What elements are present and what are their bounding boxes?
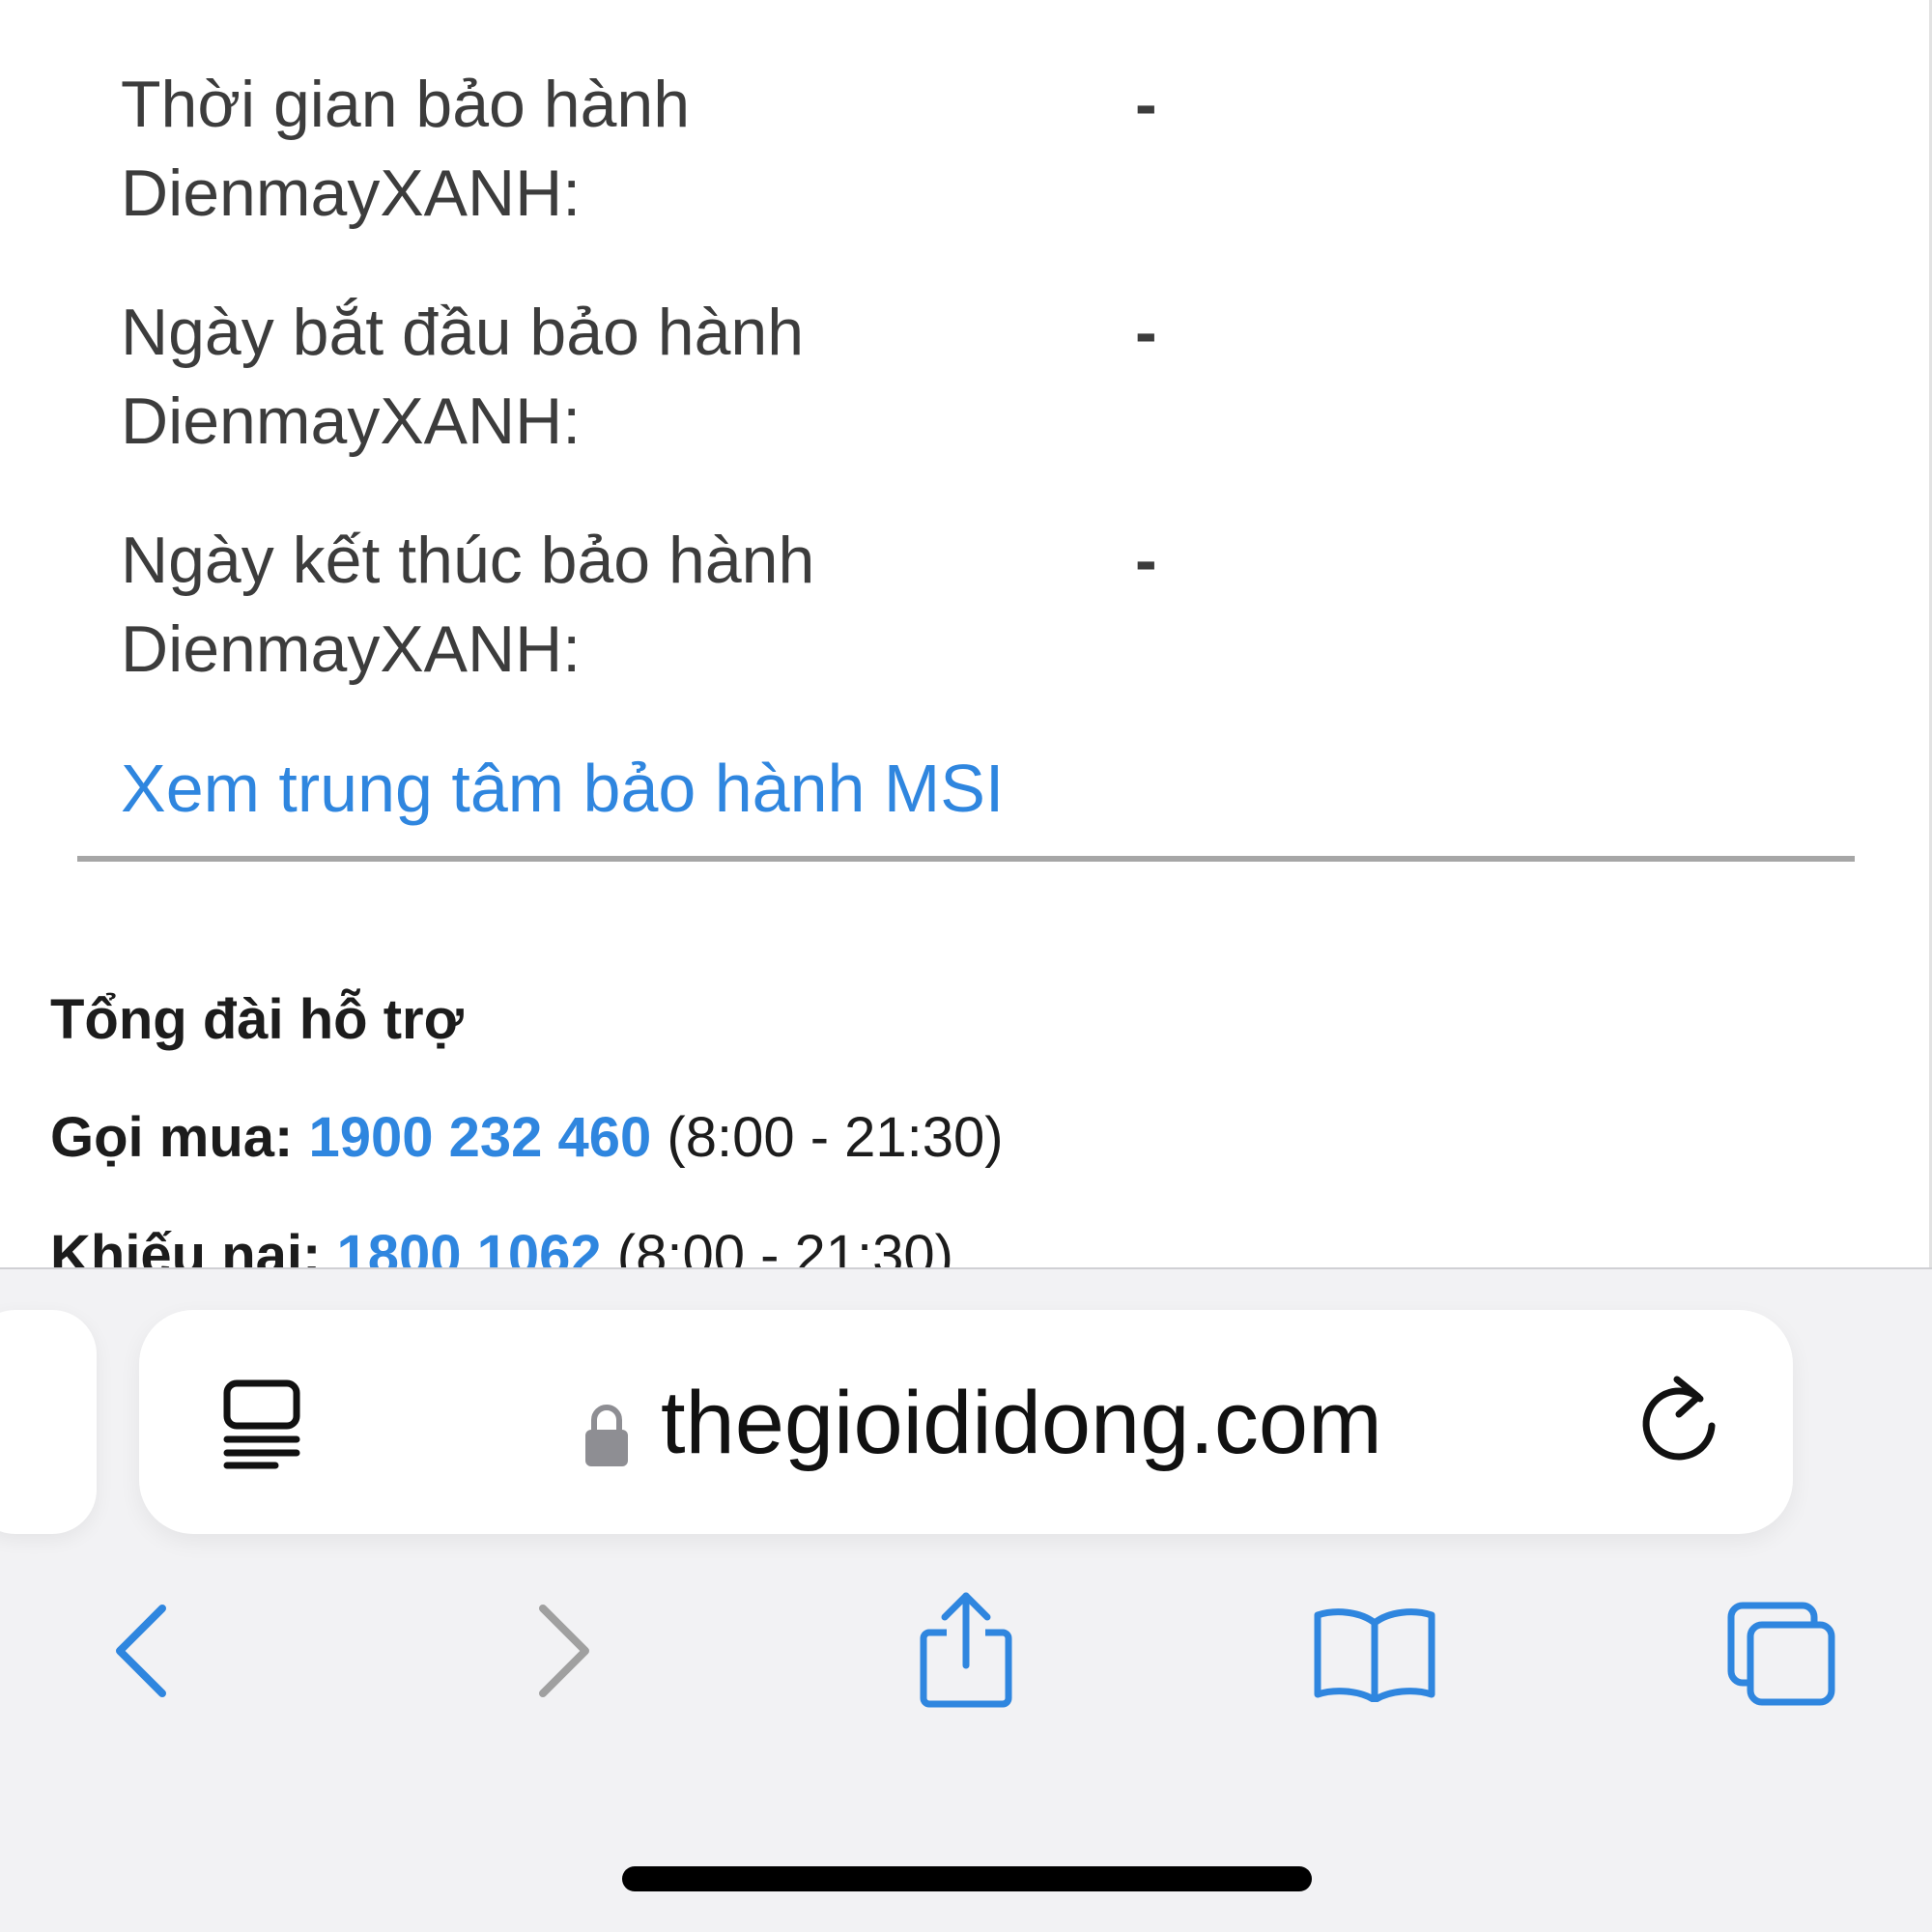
warranty-label: Ngày bắt đầu bảo hành DienmayXANH:	[121, 288, 1087, 466]
home-indicator	[622, 1866, 1312, 1891]
support-title: Tổng đài hỗ trợ	[50, 988, 464, 1051]
support-label: Gọi mua:	[50, 1106, 294, 1169]
support-hours: (8:00 - 21:30)	[667, 1106, 1004, 1169]
section-divider	[77, 856, 1855, 862]
warranty-label: Thời gian bảo hành DienmayXANH:	[121, 60, 1087, 238]
tabs-icon[interactable]	[1725, 1600, 1837, 1708]
warranty-value: -	[1135, 296, 1157, 369]
warranty-value: -	[1135, 524, 1157, 597]
warranty-label-line1: Ngày kết thúc bảo hành	[121, 524, 815, 597]
warranty-center-link[interactable]: Xem trung tâm bảo hành MSI	[121, 744, 1004, 833]
support-hours: (8:00 - 21:30)	[616, 1224, 953, 1267]
warranty-label-line1: Thời gian bảo hành	[121, 68, 691, 141]
previous-tab-peek[interactable]	[0, 1310, 97, 1534]
support-line-complaint: Khiếu nại: 1800 1062 (8:00 - 21:30)	[50, 1219, 953, 1267]
warranty-label: Ngày kết thúc bảo hành DienmayXANH:	[121, 516, 1087, 694]
browser-toolbar: thegioididong.com	[0, 1267, 1932, 1932]
bookmarks-icon[interactable]	[1312, 1605, 1437, 1702]
warranty-label-line2: DienmayXANH:	[121, 156, 582, 230]
support-line-buy: Gọi mua: 1900 232 460 (8:00 - 21:30)	[50, 1101, 1004, 1175]
url-text[interactable]: thegioididong.com	[661, 1370, 1382, 1476]
back-chevron-icon[interactable]	[108, 1603, 176, 1699]
phone-link-buy[interactable]: 1900 232 460	[308, 1106, 651, 1169]
warranty-label-line1: Ngày bắt đầu bảo hành	[121, 296, 805, 369]
forward-chevron-icon[interactable]	[529, 1603, 597, 1699]
reload-icon[interactable]	[1634, 1370, 1721, 1466]
lock-icon	[585, 1405, 628, 1466]
phone-link-complaint[interactable]: 1800 1062	[336, 1224, 601, 1267]
share-icon[interactable]	[918, 1588, 1014, 1710]
warranty-label-line2: DienmayXANH:	[121, 612, 582, 686]
reader-mode-icon[interactable]	[221, 1378, 302, 1470]
address-bar[interactable]: thegioididong.com	[139, 1310, 1793, 1534]
warranty-value: -	[1135, 68, 1157, 141]
warranty-label-line2: DienmayXANH:	[121, 384, 582, 458]
page-content: Thời gian bảo hành DienmayXANH: - Ngày b…	[0, 0, 1932, 1267]
support-label: Khiếu nại:	[50, 1224, 322, 1267]
